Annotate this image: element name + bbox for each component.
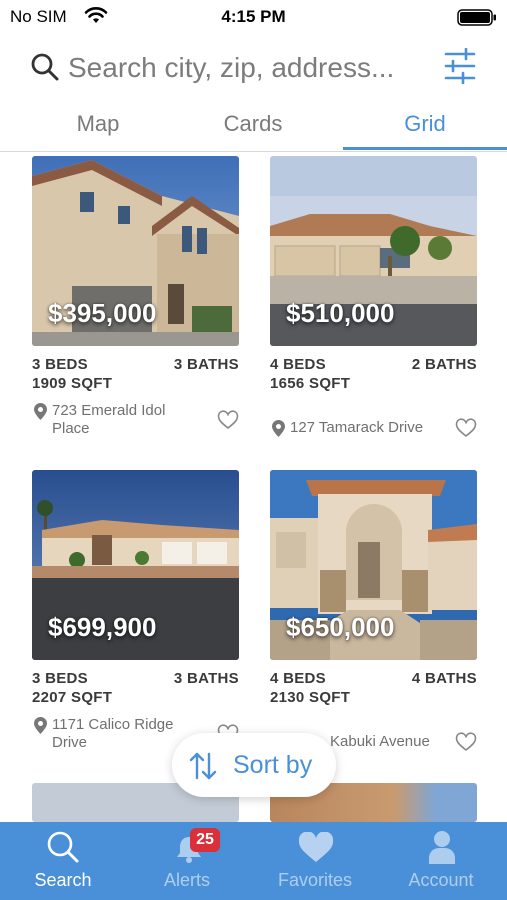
listing-sqft: 1656 SQFT <box>270 375 351 392</box>
search-icon <box>46 830 80 869</box>
nav-account[interactable]: Account <box>378 822 504 900</box>
bottom-nav: Search 25 Alerts Favorites Account <box>0 822 507 900</box>
nav-label: Alerts <box>163 870 210 890</box>
search-bar <box>0 34 507 100</box>
nav-favorites[interactable]: Favorites <box>252 822 378 900</box>
listing-address: 723 Emerald Idol Place <box>52 402 166 437</box>
battery-icon <box>457 9 497 26</box>
listing-baths: 4 BATHS <box>411 670 477 687</box>
status-bar: No SIM 4:15 PM <box>0 0 507 34</box>
sort-arrows-icon <box>188 751 218 786</box>
listing-beds: 3 BEDS <box>32 670 88 687</box>
heart-outline-icon[interactable] <box>217 410 239 435</box>
map-pin-icon <box>34 403 47 425</box>
listing-photo: $395,000 <box>32 156 239 346</box>
listing-baths: 3 BATHS <box>173 356 239 373</box>
listing-baths: 3 BATHS <box>173 670 239 687</box>
tab-map[interactable]: Map <box>23 100 173 152</box>
nav-label: Favorites <box>277 870 353 890</box>
heart-icon <box>298 831 334 869</box>
sort-button[interactable]: Sort by <box>172 733 336 797</box>
listing-beds: 4 BEDS <box>270 356 326 373</box>
heart-outline-icon[interactable] <box>455 418 477 443</box>
listing-price: $699,900 <box>48 612 157 642</box>
listing-sqft: 2207 SQFT <box>32 689 113 706</box>
listing-baths: 2 BATHS <box>411 356 477 373</box>
tab-grid[interactable]: Grid <box>343 100 507 152</box>
listing-sqft: 2130 SQFT <box>270 689 351 706</box>
nav-alerts[interactable]: 25 Alerts <box>124 822 250 900</box>
listing-photo: $699,900 <box>32 470 239 660</box>
view-tabs: Map Cards Grid <box>0 100 507 152</box>
listing-card[interactable]: $699,900 3 BEDS 3 BATHS 2207 SQFT 1171 C… <box>32 470 239 760</box>
map-pin-icon <box>34 717 47 739</box>
listing-card[interactable]: $510,000 4 BEDS 2 BATHS 1656 SQFT 127 Ta… <box>270 156 477 446</box>
listing-sqft: 1909 SQFT <box>32 375 113 392</box>
listing-beds: 3 BEDS <box>32 356 88 373</box>
alerts-badge: 25 <box>190 828 220 852</box>
listing-price: $395,000 <box>48 298 157 328</box>
person-icon <box>428 830 456 869</box>
nav-search[interactable]: Search <box>0 822 126 900</box>
search-icon[interactable] <box>30 52 60 87</box>
nav-label: Search <box>34 870 92 890</box>
listing-price: $510,000 <box>286 298 395 328</box>
clock: 4:15 PM <box>221 7 286 26</box>
listing-price: $650,000 <box>286 612 395 642</box>
listing-address: 127 Tamarack Drive <box>290 419 424 436</box>
listing-card[interactable]: $395,000 3 BEDS 3 BATHS 1909 SQFT 723 Em… <box>32 156 239 446</box>
listing-address: Kabuki Avenue <box>330 733 430 750</box>
active-tab-indicator <box>343 147 507 150</box>
search-input[interactable] <box>68 50 428 86</box>
listing-beds: 4 BEDS <box>270 670 326 687</box>
listing-photo: $650,000 <box>270 470 477 660</box>
nav-label: Account <box>408 870 474 890</box>
listing-photo: $510,000 <box>270 156 477 346</box>
sliders-icon[interactable] <box>444 47 476 89</box>
listing-card[interactable]: $650,000 4 BEDS 4 BATHS 2130 SQFT Kabuki… <box>270 470 477 760</box>
tab-cards[interactable]: Cards <box>178 100 328 152</box>
sort-label: Sort by <box>233 751 313 779</box>
heart-outline-icon[interactable] <box>455 732 477 757</box>
map-pin-icon <box>272 420 285 442</box>
